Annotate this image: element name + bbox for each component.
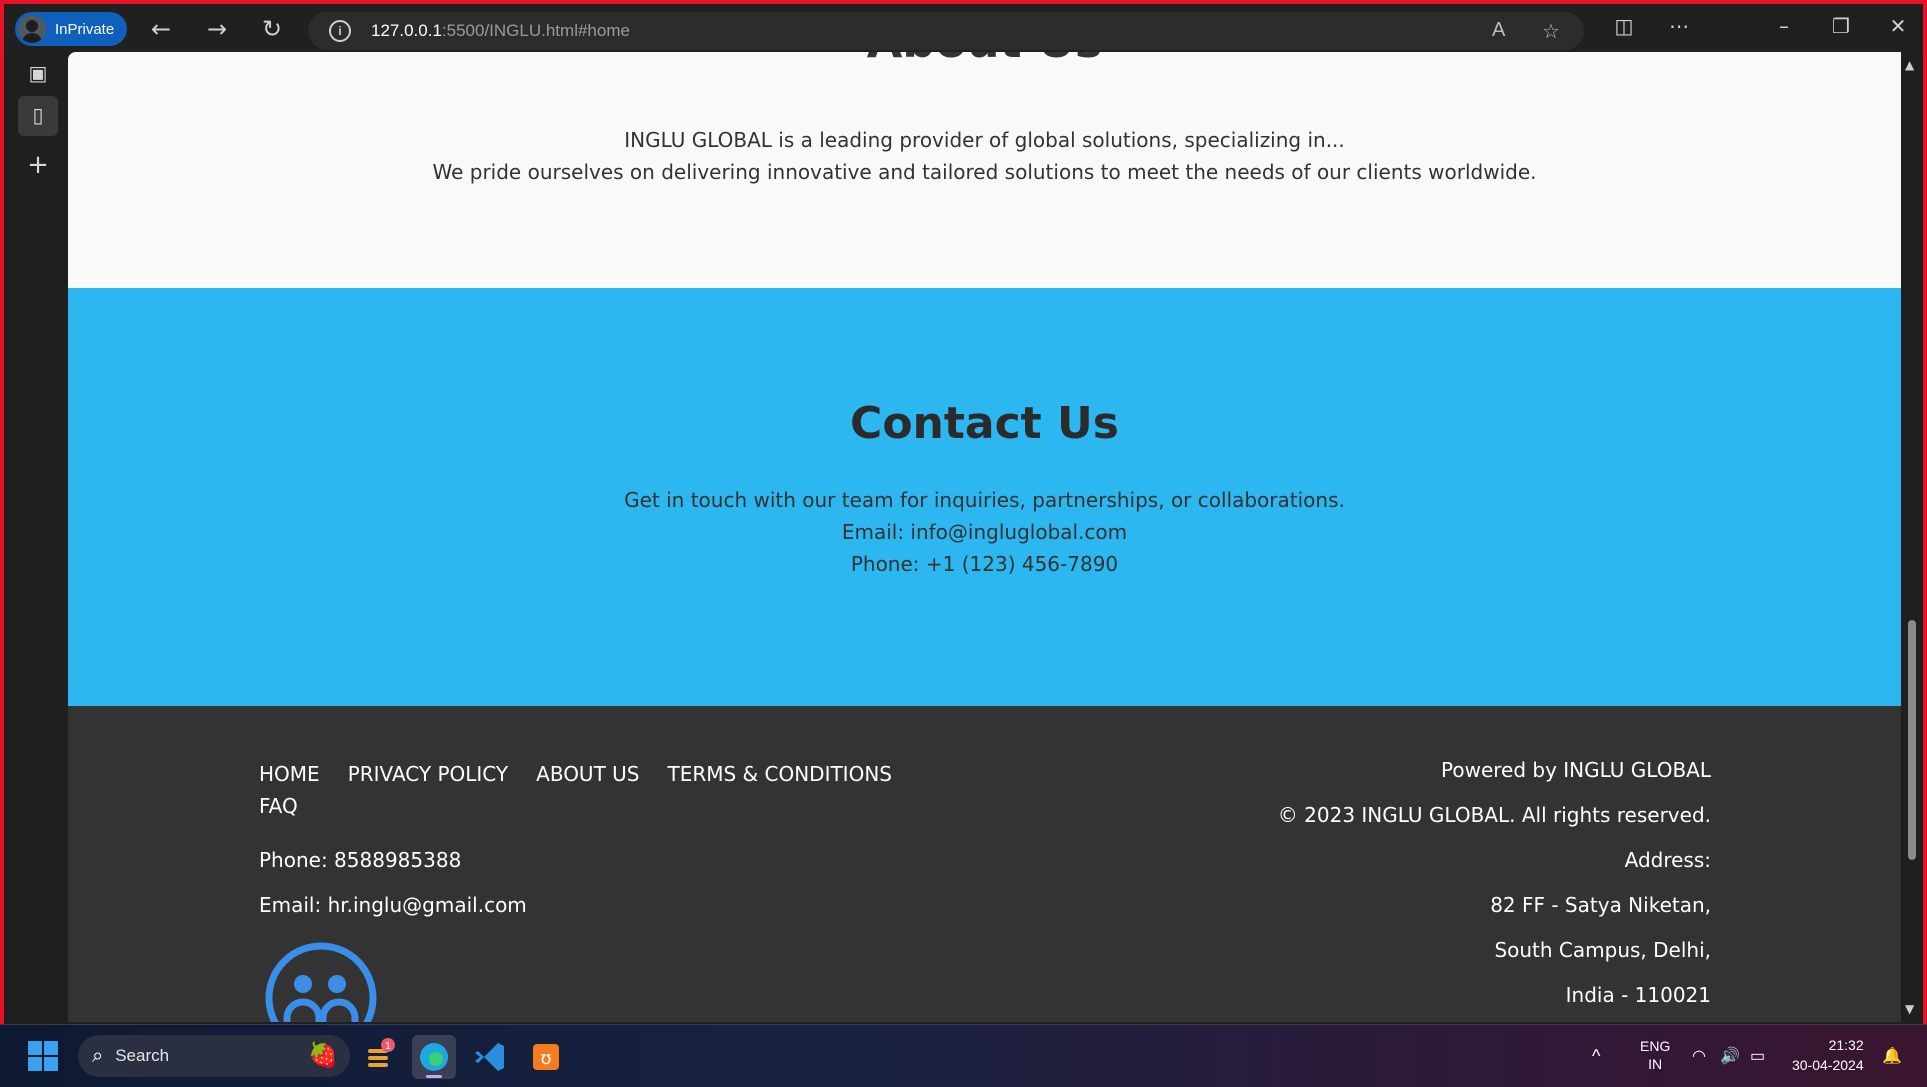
footer-link-home[interactable]: HOME bbox=[259, 758, 320, 790]
windows-start-icon[interactable] bbox=[28, 1041, 58, 1071]
footer-phone: Phone: 8588985388 bbox=[259, 848, 462, 872]
footer-link-terms-conditions[interactable]: TERMS & CONDITIONS bbox=[667, 758, 892, 790]
inprivate-label: InPrivate bbox=[55, 20, 115, 38]
contact-email: Email: info@ingluglobal.com bbox=[841, 520, 1128, 544]
footer-link-about-us[interactable]: ABOUT US bbox=[536, 758, 639, 790]
battery-icon[interactable]: ▭ bbox=[1750, 1025, 1765, 1087]
url-host: 127.0.0.1 bbox=[371, 21, 442, 40]
split-screen-icon[interactable]: ◫ bbox=[1604, 14, 1644, 38]
taskbar-search-label: Search bbox=[115, 1046, 170, 1065]
new-tab-icon[interactable]: + bbox=[18, 146, 58, 186]
site-footer: HOME PRIVACY POLICY ABOUT US TERMS & CONDIT… bbox=[68, 706, 1901, 1022]
svg-text:ʊ: ʊ bbox=[540, 1048, 551, 1069]
tab-page-icon[interactable]: ▯ bbox=[18, 96, 58, 136]
inprivate-badge[interactable]: InPrivate bbox=[15, 12, 127, 46]
scrollbar-thumb[interactable] bbox=[1908, 620, 1916, 860]
wifi-icon[interactable]: ◠ bbox=[1692, 1025, 1706, 1087]
clock[interactable]: 21:32 30-04-2024 bbox=[1792, 1035, 1864, 1075]
footer-link-faq[interactable]: FAQ bbox=[259, 790, 298, 822]
footer-powered-by: Powered by INGLU GLOBAL bbox=[1441, 758, 1711, 782]
url-path: :5500/INGLU.html#home bbox=[441, 21, 630, 40]
page-scrollbar[interactable]: ▲ ▼ bbox=[1901, 52, 1923, 1024]
contact-heading: Contact Us bbox=[850, 398, 1119, 449]
tray-overflow-icon[interactable]: ^ bbox=[1592, 1025, 1600, 1087]
vscode-icon[interactable] bbox=[468, 1035, 512, 1079]
taskbar-search[interactable]: ⌕ Search 🍓 bbox=[78, 1035, 350, 1077]
edge-browser-icon[interactable] bbox=[412, 1035, 456, 1079]
language-indicator[interactable]: ENG IN bbox=[1640, 1037, 1670, 1073]
strawberry-icon: 🍓 bbox=[308, 1042, 338, 1069]
about-line-1: INGLU GLOBAL is a leading provider of gl… bbox=[624, 128, 1345, 152]
site-info-icon[interactable]: i bbox=[329, 20, 351, 42]
minimize-icon[interactable]: – bbox=[1764, 14, 1804, 38]
contact-section: Contact Us Get in touch with our team fo… bbox=[68, 288, 1901, 706]
close-icon[interactable]: ✕ bbox=[1878, 14, 1918, 38]
language-line-2: IN bbox=[1648, 1056, 1663, 1072]
footer-address-label: Address: bbox=[1624, 848, 1711, 872]
scroll-up-icon[interactable]: ▲ bbox=[1905, 58, 1914, 72]
contact-phone: Phone: +1 (123) 456-7890 bbox=[850, 552, 1119, 576]
profile-avatar-icon bbox=[18, 15, 46, 43]
clock-time: 21:32 bbox=[1828, 1037, 1864, 1053]
favorite-star-icon[interactable]: ☆ bbox=[1542, 19, 1560, 44]
vertical-tabs-rail: ▣ ▯ + bbox=[4, 52, 68, 1024]
address-bar[interactable]: i 127.0.0.1:5500/INGLU.html#home A ☆ bbox=[308, 12, 1584, 50]
footer-address-line-3: India - 110021 bbox=[1565, 983, 1711, 1007]
search-icon: ⌕ bbox=[92, 1044, 104, 1067]
widgets-badge-count: 1 bbox=[385, 1041, 391, 1052]
scroll-down-icon[interactable]: ▼ bbox=[1905, 1002, 1914, 1016]
footer-link-privacy-policy[interactable]: PRIVACY POLICY bbox=[348, 758, 508, 790]
footer-address-line-1: 82 FF - Satya Niketan, bbox=[1490, 893, 1711, 917]
footer-copyright: © 2023 INGLU GLOBAL. All rights reserved… bbox=[1277, 803, 1711, 827]
about-heading: About Us bbox=[68, 52, 1901, 68]
page-viewport: About Us INGLU GLOBAL is a leading provi… bbox=[68, 52, 1901, 1022]
about-line-2: We pride ourselves on delivering innovat… bbox=[432, 160, 1537, 184]
contact-intro: Get in touch with our team for inquiries… bbox=[624, 488, 1345, 512]
footer-email: Email: hr.inglu@gmail.com bbox=[259, 893, 527, 917]
back-icon[interactable]: ← bbox=[144, 14, 178, 46]
windows-taskbar: ⌕ Search 🍓 1 ʊ ^ ENG IN ◠ 🔊 ▭ 21:32 30-0… bbox=[0, 1024, 1927, 1087]
browser-toolbar: InPrivate ← → ↻ i 127.0.0.1:5500/INGLU.h… bbox=[4, 4, 1923, 52]
xampp-icon[interactable]: ʊ bbox=[524, 1035, 568, 1079]
restore-icon[interactable]: ❐ bbox=[1821, 14, 1861, 38]
more-options-icon[interactable]: ⋯ bbox=[1659, 14, 1699, 38]
widgets-icon[interactable]: 1 bbox=[358, 1035, 402, 1079]
company-logo bbox=[265, 942, 377, 1022]
read-aloud-icon[interactable]: A bbox=[1492, 19, 1505, 42]
footer-nav: HOME PRIVACY POLICY ABOUT US TERMS & CONDIT… bbox=[259, 758, 959, 822]
notifications-icon[interactable]: 🔔 bbox=[1882, 1025, 1902, 1087]
footer-address-line-2: South Campus, Delhi, bbox=[1494, 938, 1711, 962]
forward-icon[interactable]: → bbox=[200, 14, 234, 46]
tab-actions-icon[interactable]: ▣ bbox=[18, 54, 58, 94]
refresh-icon[interactable]: ↻ bbox=[255, 14, 289, 46]
language-line-1: ENG bbox=[1640, 1038, 1671, 1054]
volume-icon[interactable]: 🔊 bbox=[1720, 1025, 1740, 1087]
clock-date: 30-04-2024 bbox=[1792, 1057, 1864, 1073]
about-section: About Us INGLU GLOBAL is a leading provi… bbox=[68, 52, 1901, 288]
